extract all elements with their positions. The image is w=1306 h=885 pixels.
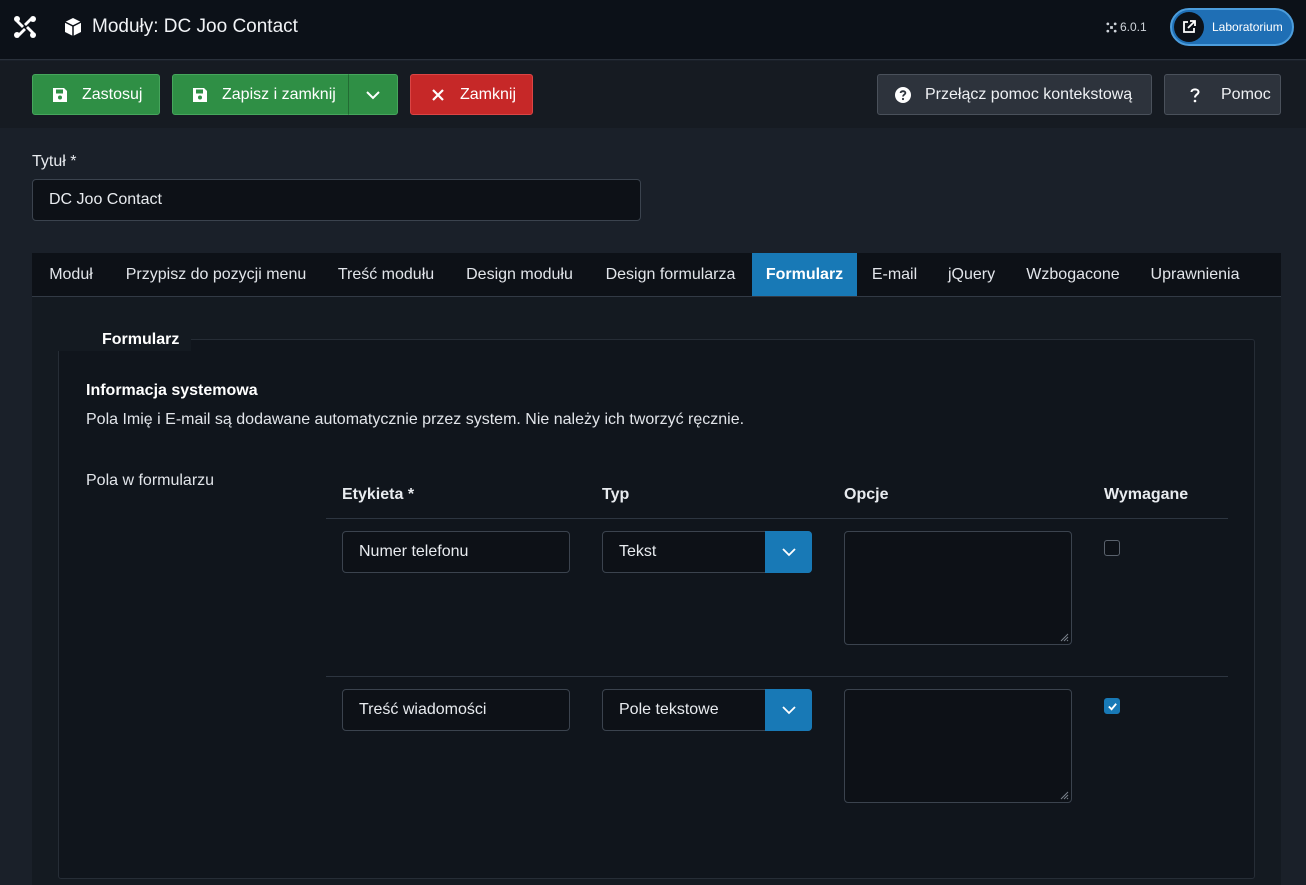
joomla-small-icon <box>1106 21 1117 33</box>
row-options-textarea[interactable] <box>844 531 1072 645</box>
context-help-label: Przełącz pomoc kontekstową <box>925 85 1133 103</box>
close-icon <box>432 88 444 101</box>
apply-label: Zastosuj <box>82 85 143 103</box>
tab-formularz[interactable]: Formularz <box>752 253 857 296</box>
title-input[interactable] <box>32 179 641 221</box>
external-link-icon <box>1174 12 1204 42</box>
save-close-label: Zapisz i zamknij <box>222 85 336 103</box>
toolbar: Zastosuj Zapisz i zamknij Zamknij Przełą… <box>0 61 1306 128</box>
tab-jquery[interactable]: jQuery <box>932 253 1011 296</box>
resize-grip-icon[interactable] <box>1060 633 1069 642</box>
fields-label: Pola w formularzu <box>86 472 215 489</box>
chevron-down-icon <box>765 531 812 573</box>
joomla-logo-icon[interactable] <box>13 15 37 39</box>
question-mark-icon <box>1190 87 1200 102</box>
chevron-down-icon <box>366 90 380 99</box>
page-title: Moduły: DC Joo Contact <box>92 16 298 37</box>
row-label-input[interactable] <box>342 531 570 573</box>
tab-design-modulu[interactable]: Design modułu <box>450 253 589 296</box>
row-required-checkbox[interactable] <box>1104 698 1120 714</box>
row-options-textarea[interactable] <box>844 689 1072 803</box>
save-close-button[interactable]: Zapisz i zamknij <box>172 74 349 115</box>
fieldset-legend: Formularz <box>58 329 192 351</box>
info-title: Informacja systemowa <box>86 382 258 399</box>
laboratorium-label: Laboratorium <box>1212 20 1283 34</box>
laboratorium-button[interactable]: Laboratorium <box>1170 8 1294 46</box>
help-label: Pomoc <box>1221 85 1271 103</box>
col-header-options: Opcje <box>844 486 889 503</box>
save-icon <box>53 87 67 102</box>
row-type-select[interactable]: Pole tekstowe <box>602 689 812 731</box>
help-button[interactable]: Pomoc <box>1164 74 1281 115</box>
version-text: 6.0.1 <box>1120 20 1147 34</box>
row-type-value: Tekst <box>619 543 657 560</box>
info-text: Pola Imię i E-mail są dodawane automatyc… <box>86 411 745 428</box>
resize-grip-icon[interactable] <box>1060 791 1069 800</box>
title-label: Tytuł * <box>32 153 77 170</box>
apply-button[interactable]: Zastosuj <box>32 74 160 115</box>
row-label-input[interactable] <box>342 689 570 731</box>
cube-icon <box>63 17 83 37</box>
table-header-divider <box>326 518 1228 519</box>
close-label: Zamknij <box>460 85 517 103</box>
row-divider <box>326 676 1228 677</box>
row-type-value: Pole tekstowe <box>619 701 719 718</box>
top-header: Moduły: DC Joo Contact 6.0.1 Laboratoriu… <box>0 0 1306 60</box>
row-required-checkbox[interactable] <box>1104 540 1120 556</box>
col-header-label: Etykieta * <box>342 486 415 503</box>
question-circle-icon <box>895 86 911 103</box>
tab-modul[interactable]: Moduł <box>32 253 110 296</box>
col-header-required: Wymagane <box>1104 486 1189 503</box>
chevron-down-icon <box>765 689 812 731</box>
tab-przypisz[interactable]: Przypisz do pozycji menu <box>110 253 322 296</box>
row-type-select[interactable]: Tekst <box>602 531 812 573</box>
close-button[interactable]: Zamknij <box>410 74 533 115</box>
tab-email[interactable]: E-mail <box>857 253 932 296</box>
save-icon <box>193 87 207 102</box>
tab-design-formularza[interactable]: Design formularza <box>589 253 752 296</box>
save-dropdown-button[interactable] <box>348 74 398 115</box>
checkmark-icon <box>1107 702 1117 711</box>
tab-wzbogacone[interactable]: Wzbogacone <box>1011 253 1135 296</box>
version-badge: 6.0.1 <box>1106 20 1147 34</box>
tab-bar: Moduł Przypisz do pozycji menu Treść mod… <box>32 253 1281 297</box>
tab-uprawnienia[interactable]: Uprawnienia <box>1135 253 1255 296</box>
tab-tresc-modulu[interactable]: Treść modułu <box>322 253 450 296</box>
col-header-type: Typ <box>602 486 630 503</box>
context-help-button[interactable]: Przełącz pomoc kontekstową <box>877 74 1152 115</box>
